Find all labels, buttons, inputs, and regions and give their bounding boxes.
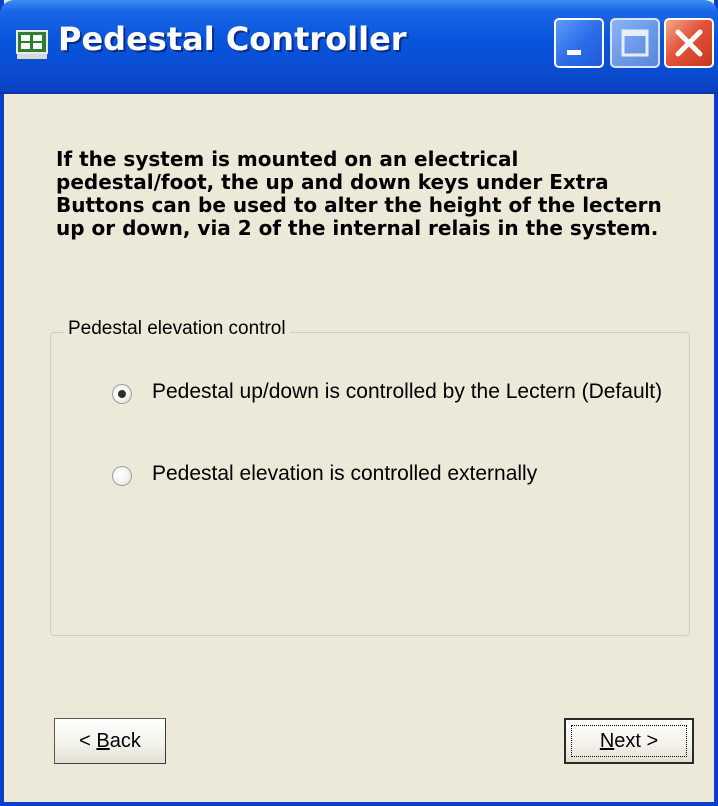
group-label: Pedestal elevation control (64, 318, 290, 340)
app-icon (16, 30, 48, 59)
minimize-icon (567, 50, 581, 55)
radio-selected-dot (118, 390, 126, 398)
next-button[interactable]: Next > (564, 718, 694, 764)
back-button-label: < Back (79, 729, 141, 752)
maximize-button[interactable] (610, 18, 660, 68)
close-icon (675, 29, 703, 57)
radio-label[interactable]: Pedestal up/down is controlled by the Le… (152, 380, 662, 404)
close-button[interactable] (664, 18, 714, 68)
dialog-window: Pedestal Controller If the system is mou… (0, 0, 718, 806)
next-button-label: Next > (599, 729, 659, 752)
description-text: If the system is mounted on an electrica… (56, 147, 662, 240)
title-bar[interactable]: Pedestal Controller (0, 0, 718, 94)
radio-label[interactable]: Pedestal elevation is controlled externa… (152, 462, 537, 486)
radio-button[interactable] (112, 384, 132, 404)
back-button[interactable]: < Back (54, 718, 166, 764)
maximize-icon (621, 29, 649, 57)
window-title: Pedestal Controller (58, 20, 407, 58)
minimize-button[interactable] (554, 18, 604, 68)
radio-button[interactable] (112, 466, 132, 486)
